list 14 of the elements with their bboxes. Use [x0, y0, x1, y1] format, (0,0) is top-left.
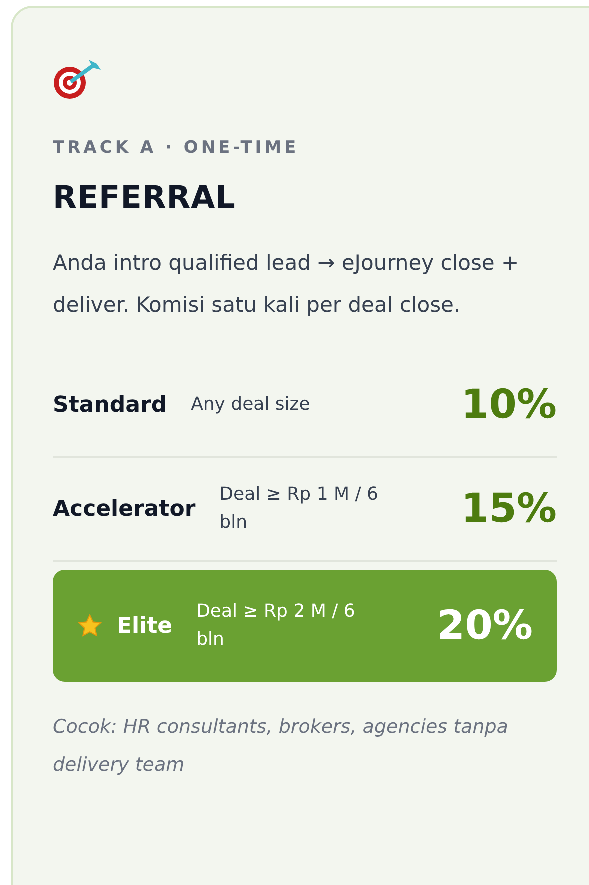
tier-name: Accelerator: [53, 496, 196, 522]
star-icon: [77, 613, 103, 639]
track-label: TRACK A · ONE-TIME: [53, 138, 300, 158]
tier-rate: 10%: [461, 382, 557, 428]
tier-name: Standard: [53, 392, 168, 418]
card-title: REFERRAL: [53, 180, 237, 216]
tier-rate: 20%: [437, 603, 533, 649]
note-text: Cocok: HR consultants, brokers, agencies tanpa delivery team: [53, 715, 510, 778]
tier-name: Elite: [117, 614, 173, 638]
tier-condition: Deal ≥ Rp 1 M / 6 bln: [220, 483, 380, 535]
tier-rate: 15%: [461, 486, 557, 532]
tier-condition: Deal ≥ Rp 2 M / 6 bln: [196, 600, 356, 652]
tier-condition: Any deal size: [191, 393, 312, 417]
description-text: Anda intro qualified lead → eJourney close + deliver. Komisi satu kali per deal close.: [53, 250, 520, 319]
